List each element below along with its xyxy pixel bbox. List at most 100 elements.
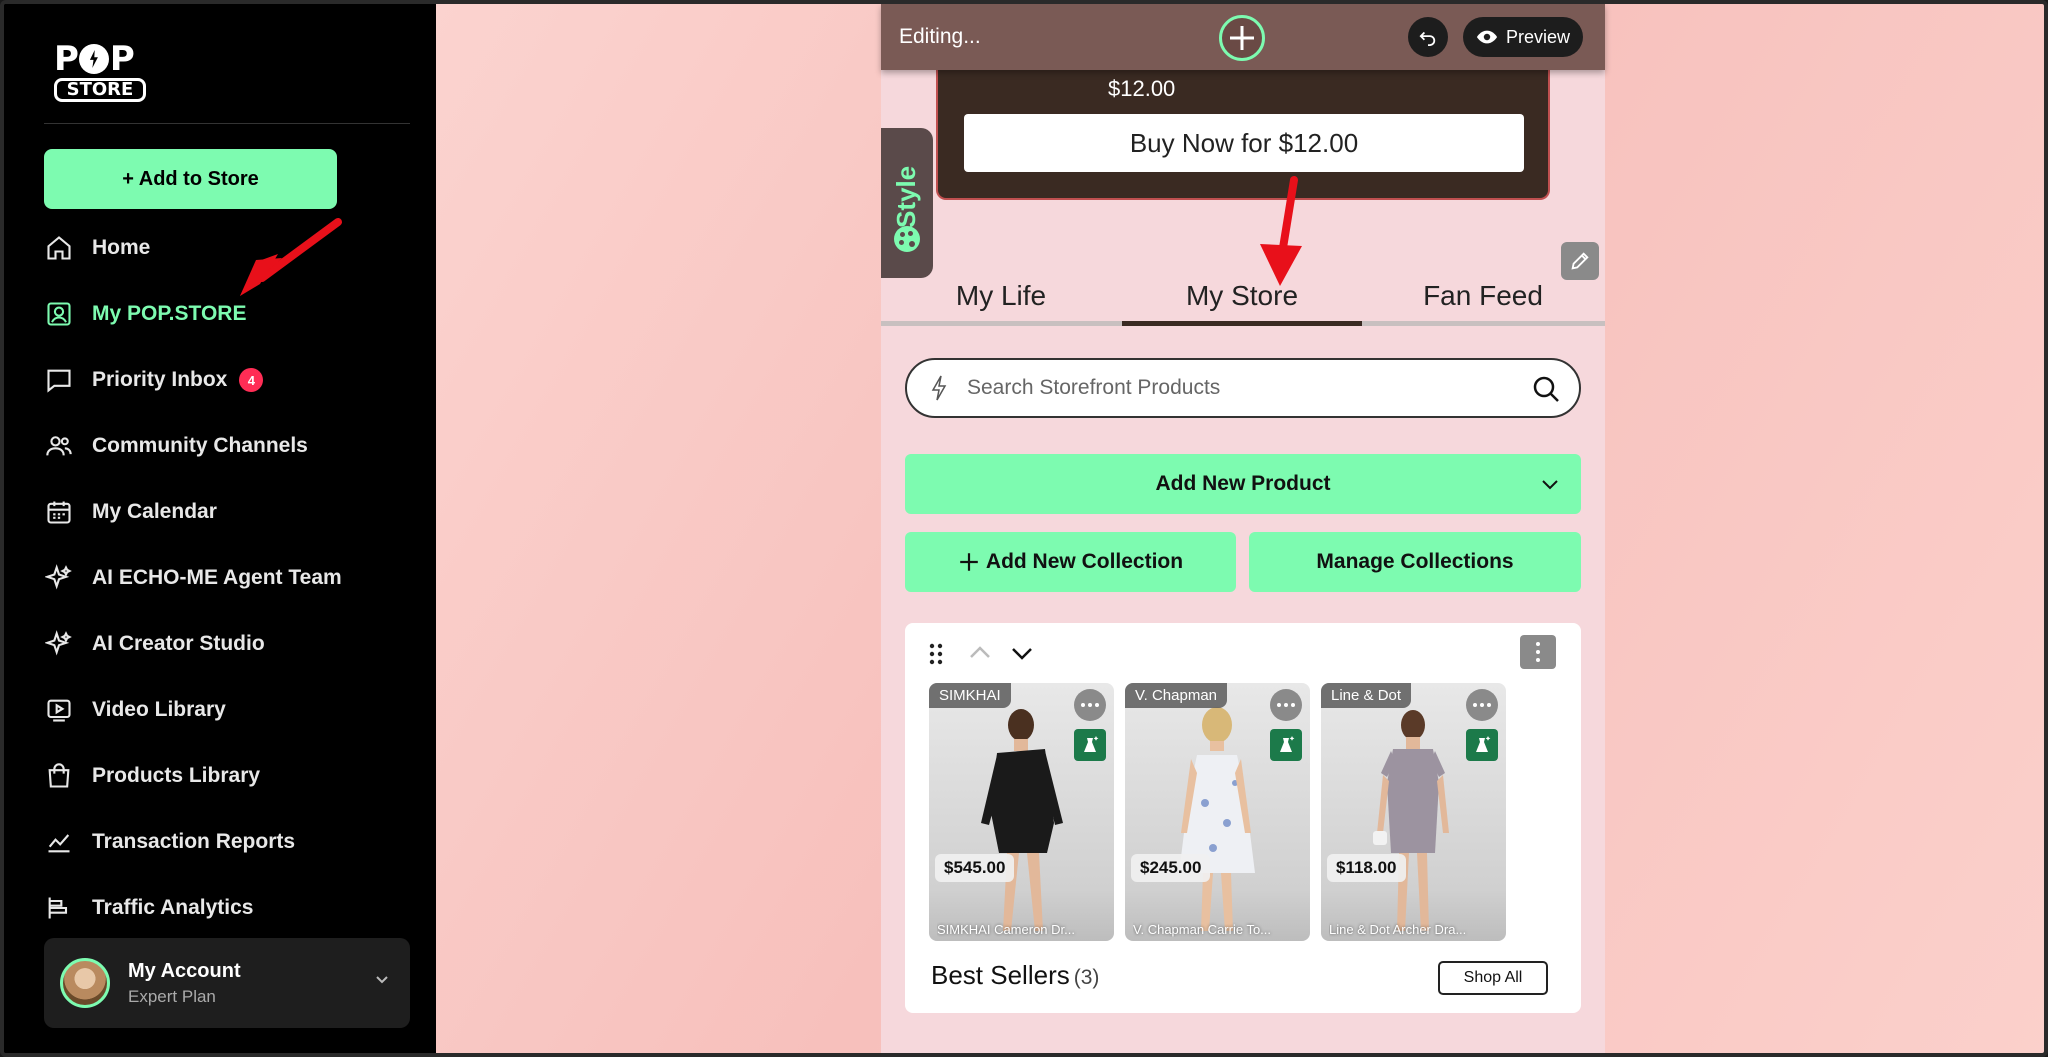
product-name: Line & Dot Archer Dra... xyxy=(1329,922,1467,937)
collection-count: (3) xyxy=(1073,966,1100,989)
collection-title-text: Best Sellers xyxy=(931,960,1070,990)
product-tile[interactable]: Line & Dot $118.00 Line & Dot Archer Dra… xyxy=(1321,683,1506,941)
sidebar-item-ai-creator-studio[interactable]: AI Creator Studio xyxy=(44,624,265,664)
product-more-button[interactable] xyxy=(1466,689,1498,721)
ai-tryon-button[interactable] xyxy=(1466,729,1498,761)
product-price: $118.00 xyxy=(1327,854,1406,882)
add-product-label: Add New Product xyxy=(1155,472,1331,495)
product-price: $12.00 xyxy=(1108,76,1176,101)
sidebar-item-label: AI Creator Studio xyxy=(92,632,265,655)
chevron-down-icon xyxy=(1542,480,1558,490)
chart-line-icon xyxy=(44,827,74,857)
style-label: Style xyxy=(891,165,921,228)
product-tile[interactable]: SIMKHAI $545.00 SIMKHAI Cameron Dr... xyxy=(929,683,1114,941)
sidebar-item-video-library[interactable]: Video Library xyxy=(44,690,226,730)
tab-my-store[interactable]: My Store xyxy=(1122,270,1362,326)
account-switcher[interactable]: My Account Expert Plan xyxy=(44,938,410,1028)
sidebar-item-ai-echo-me[interactable]: AI ECHO-ME Agent Team xyxy=(44,558,342,598)
search-input[interactable] xyxy=(967,376,1507,400)
app-window: PP STORE + Add to Store Home My POP.STOR… xyxy=(0,0,2048,1057)
brand-label: V. Chapman xyxy=(1125,683,1228,708)
eye-icon xyxy=(1476,30,1498,44)
brand-label: Line & Dot xyxy=(1321,683,1412,708)
bolt-icon xyxy=(931,375,947,401)
logo-pop: PP xyxy=(54,39,135,79)
dress-sparkle-icon xyxy=(1084,736,1099,752)
search-icon[interactable] xyxy=(1531,374,1561,404)
chevron-down-icon xyxy=(376,976,388,984)
tab-my-life[interactable]: My Life xyxy=(881,270,1121,321)
bag-icon xyxy=(44,761,74,791)
product-more-button[interactable] xyxy=(1074,689,1106,721)
editing-status: Editing... xyxy=(899,25,981,48)
pencil-icon xyxy=(1571,252,1589,270)
manage-collections-button[interactable]: Manage Collections xyxy=(1249,532,1581,592)
sidebar: PP STORE + Add to Store Home My POP.STOR… xyxy=(4,4,436,1053)
sidebar-item-products-library[interactable]: Products Library xyxy=(44,756,260,796)
brand-label: SIMKHAI xyxy=(929,683,1011,708)
sidebar-item-traffic-analytics[interactable]: Traffic Analytics xyxy=(44,888,253,928)
user-square-icon xyxy=(44,299,74,329)
video-icon xyxy=(44,695,74,725)
users-icon xyxy=(44,431,74,461)
sidebar-item-my-calendar[interactable]: My Calendar xyxy=(44,492,217,532)
sidebar-item-my-popstore[interactable]: My POP.STORE xyxy=(44,294,246,334)
drag-handle-icon[interactable] xyxy=(929,643,943,665)
inbox-count-badge: 4 xyxy=(239,368,264,392)
ai-tryon-button[interactable] xyxy=(1074,729,1106,761)
plus-icon xyxy=(960,553,978,571)
preview-button[interactable]: Preview xyxy=(1463,17,1583,57)
sidebar-item-label: Transaction Reports xyxy=(92,830,296,853)
dress-sparkle-icon xyxy=(1280,736,1295,752)
dress-sparkle-icon xyxy=(1476,736,1491,752)
add-block-button[interactable] xyxy=(1219,15,1265,61)
logo-store: STORE xyxy=(54,78,146,102)
sidebar-item-priority-inbox[interactable]: Priority Inbox 4 xyxy=(44,360,264,400)
add-new-product-button[interactable]: Add New Product xyxy=(905,454,1581,514)
product-name: V. Chapman Carrie To... xyxy=(1133,922,1272,937)
sidebar-item-transaction-reports[interactable]: Transaction Reports xyxy=(44,822,295,862)
sidebar-item-label: Products Library xyxy=(92,764,261,787)
product-image xyxy=(1179,707,1255,931)
product-more-button[interactable] xyxy=(1270,689,1302,721)
add-new-collection-button[interactable]: Add New Collection xyxy=(905,532,1236,592)
product-tile[interactable]: V. Chapman $245.00 V. Chapman Carrie To.… xyxy=(1125,683,1310,941)
undo-icon xyxy=(1419,31,1436,46)
product-price: $245.00 xyxy=(1131,854,1211,882)
product-block: $12.00 Buy Now for $12.00 xyxy=(936,70,1550,200)
style-panel-tab[interactable]: Style xyxy=(881,128,933,278)
shop-all-button[interactable]: Shop All xyxy=(1438,961,1548,995)
storefront-search xyxy=(905,358,1581,418)
undo-button[interactable] xyxy=(1408,17,1448,57)
pop-store-logo[interactable]: PP STORE xyxy=(54,39,148,102)
sparkle-icon xyxy=(44,563,74,593)
sidebar-item-home[interactable]: Home xyxy=(44,228,150,268)
sidebar-item-community-channels[interactable]: Community Channels xyxy=(44,426,308,466)
message-icon xyxy=(44,365,74,395)
add-to-store-button[interactable]: + Add to Store xyxy=(44,149,337,209)
move-down-icon[interactable] xyxy=(1010,645,1034,663)
collection-block: SIMKHAI $545.00 SIMKHAI Cameron Dr... V.… xyxy=(905,623,1581,1013)
sidebar-item-label: Home xyxy=(92,236,151,259)
tab-fan-feed[interactable]: Fan Feed xyxy=(1363,270,1603,321)
product-image xyxy=(981,709,1063,931)
sidebar-item-label: AI ECHO-ME Agent Team xyxy=(92,566,342,589)
home-icon xyxy=(44,233,74,263)
sidebar-item-label: My POP.STORE xyxy=(92,302,247,325)
product-name: SIMKHAI Cameron Dr... xyxy=(937,922,1075,937)
profile-tabs: My Life My Store Fan Feed xyxy=(881,270,1605,326)
ai-tryon-button[interactable] xyxy=(1270,729,1302,761)
add-collection-label: Add New Collection xyxy=(985,550,1184,573)
sidebar-item-label: Community Channels xyxy=(92,434,308,457)
sidebar-item-label: Traffic Analytics xyxy=(92,896,254,919)
buy-now-button[interactable]: Buy Now for $12.00 xyxy=(964,114,1524,172)
account-name: My Account xyxy=(128,959,241,982)
product-price: $545.00 xyxy=(935,854,1015,882)
account-plan: Expert Plan xyxy=(128,986,216,1006)
collection-title: Best Sellers (3) xyxy=(931,960,1099,991)
editor-toolbar: Editing... Preview xyxy=(881,4,1605,70)
product-image xyxy=(1373,710,1449,931)
sidebar-divider xyxy=(44,123,410,124)
block-options-button[interactable] xyxy=(1520,635,1556,669)
move-up-icon[interactable] xyxy=(968,643,992,661)
